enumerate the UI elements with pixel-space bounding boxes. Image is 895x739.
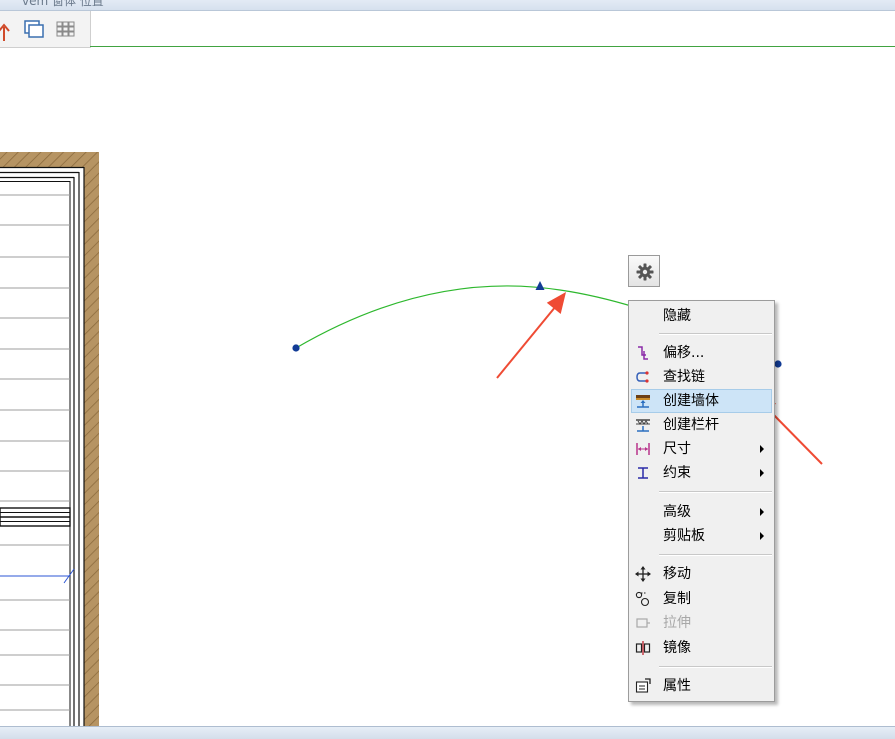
menu-separator <box>659 491 772 493</box>
find-chain-icon <box>635 369 651 385</box>
menu-item-label: 偏移... <box>663 345 705 361</box>
menu-item-dimension[interactable]: 尺寸 <box>631 437 772 461</box>
submenu-arrow-icon <box>760 508 764 516</box>
offset-icon <box>635 345 651 361</box>
menu-item-label: 隐藏 <box>663 308 691 324</box>
create-railing-icon <box>635 417 651 433</box>
menu-separator <box>659 333 772 335</box>
toolbar <box>0 11 91 48</box>
menu-item-clipboard[interactable]: 剪贴板 <box>631 524 772 548</box>
menu-item-label: 尺寸 <box>663 441 691 457</box>
mirror-icon <box>635 640 651 656</box>
menu-item-label: 剪贴板 <box>663 528 705 544</box>
menu-item-stretch[interactable]: 拉伸 <box>631 611 772 635</box>
menu-separator <box>659 666 772 668</box>
gear-icon <box>636 263 654 281</box>
menu-item-advanced[interactable]: 高级 <box>631 500 772 524</box>
window-tile-icon[interactable] <box>22 11 46 47</box>
copy-icon <box>635 591 651 607</box>
menu-item-label: 创建栏杆 <box>663 417 719 433</box>
submenu-arrow-icon <box>760 469 764 477</box>
move-icon <box>635 566 651 582</box>
window-mullion <box>0 507 71 527</box>
stretch-icon <box>635 615 651 631</box>
up-arrow-icon[interactable] <box>0 11 16 47</box>
menu-item-label: 镜像 <box>663 640 691 656</box>
dimension-icon <box>635 441 651 457</box>
status-bar <box>0 726 895 739</box>
menu-item-hide[interactable]: 隐藏 <box>631 304 772 328</box>
menu-item-offset[interactable]: 偏移... <box>631 341 772 365</box>
submenu-arrow-icon <box>760 445 764 453</box>
menu-item-label: 复制 <box>663 591 691 607</box>
title-text: vem 窗体 位置 <box>22 0 104 8</box>
properties-icon <box>635 678 651 694</box>
submenu-arrow-icon <box>760 532 764 540</box>
menu-item-label: 高级 <box>663 504 691 520</box>
menu-item-create-railing[interactable]: 创建栏杆 <box>631 413 772 437</box>
annotation-arrow-arc <box>496 292 566 379</box>
menu-item-properties[interactable]: 属性 <box>631 674 772 698</box>
arc-end-endpoint[interactable] <box>774 360 782 368</box>
menu-separator <box>659 554 772 556</box>
gear-button[interactable] <box>628 255 660 287</box>
menu-item-mirror[interactable]: 镜像 <box>631 636 772 660</box>
menu-item-move[interactable]: 移动 <box>631 562 772 586</box>
title-bar: vem 窗体 位置 <box>0 0 895 11</box>
menu-item-constraint[interactable]: 约束 <box>631 461 772 485</box>
menu-item-find-chain[interactable]: 查找链 <box>631 365 772 389</box>
menu-item-label: 创建墙体 <box>663 393 719 409</box>
menu-item-label: 查找链 <box>663 369 705 385</box>
menu-item-label: 约束 <box>663 465 691 481</box>
create-wall-icon <box>635 393 651 409</box>
menu-item-label: 属性 <box>663 678 691 694</box>
menu-item-label: 拉伸 <box>663 615 691 631</box>
menu-item-copy[interactable]: 复制 <box>631 587 772 611</box>
grid-icon[interactable] <box>54 11 78 47</box>
menu-item-create-wall[interactable]: 创建墙体 <box>631 389 772 413</box>
arc-start-endpoint[interactable] <box>292 344 300 352</box>
arc-midpoint-handle[interactable] <box>535 281 545 290</box>
constraint-icon <box>635 465 651 481</box>
menu-item-label: 移动 <box>663 566 691 582</box>
context-menu: 隐藏 偏移... 查找链 创建墙体 创建栏杆 尺寸 约束 高级 剪贴板 移动 复… <box>628 300 775 702</box>
